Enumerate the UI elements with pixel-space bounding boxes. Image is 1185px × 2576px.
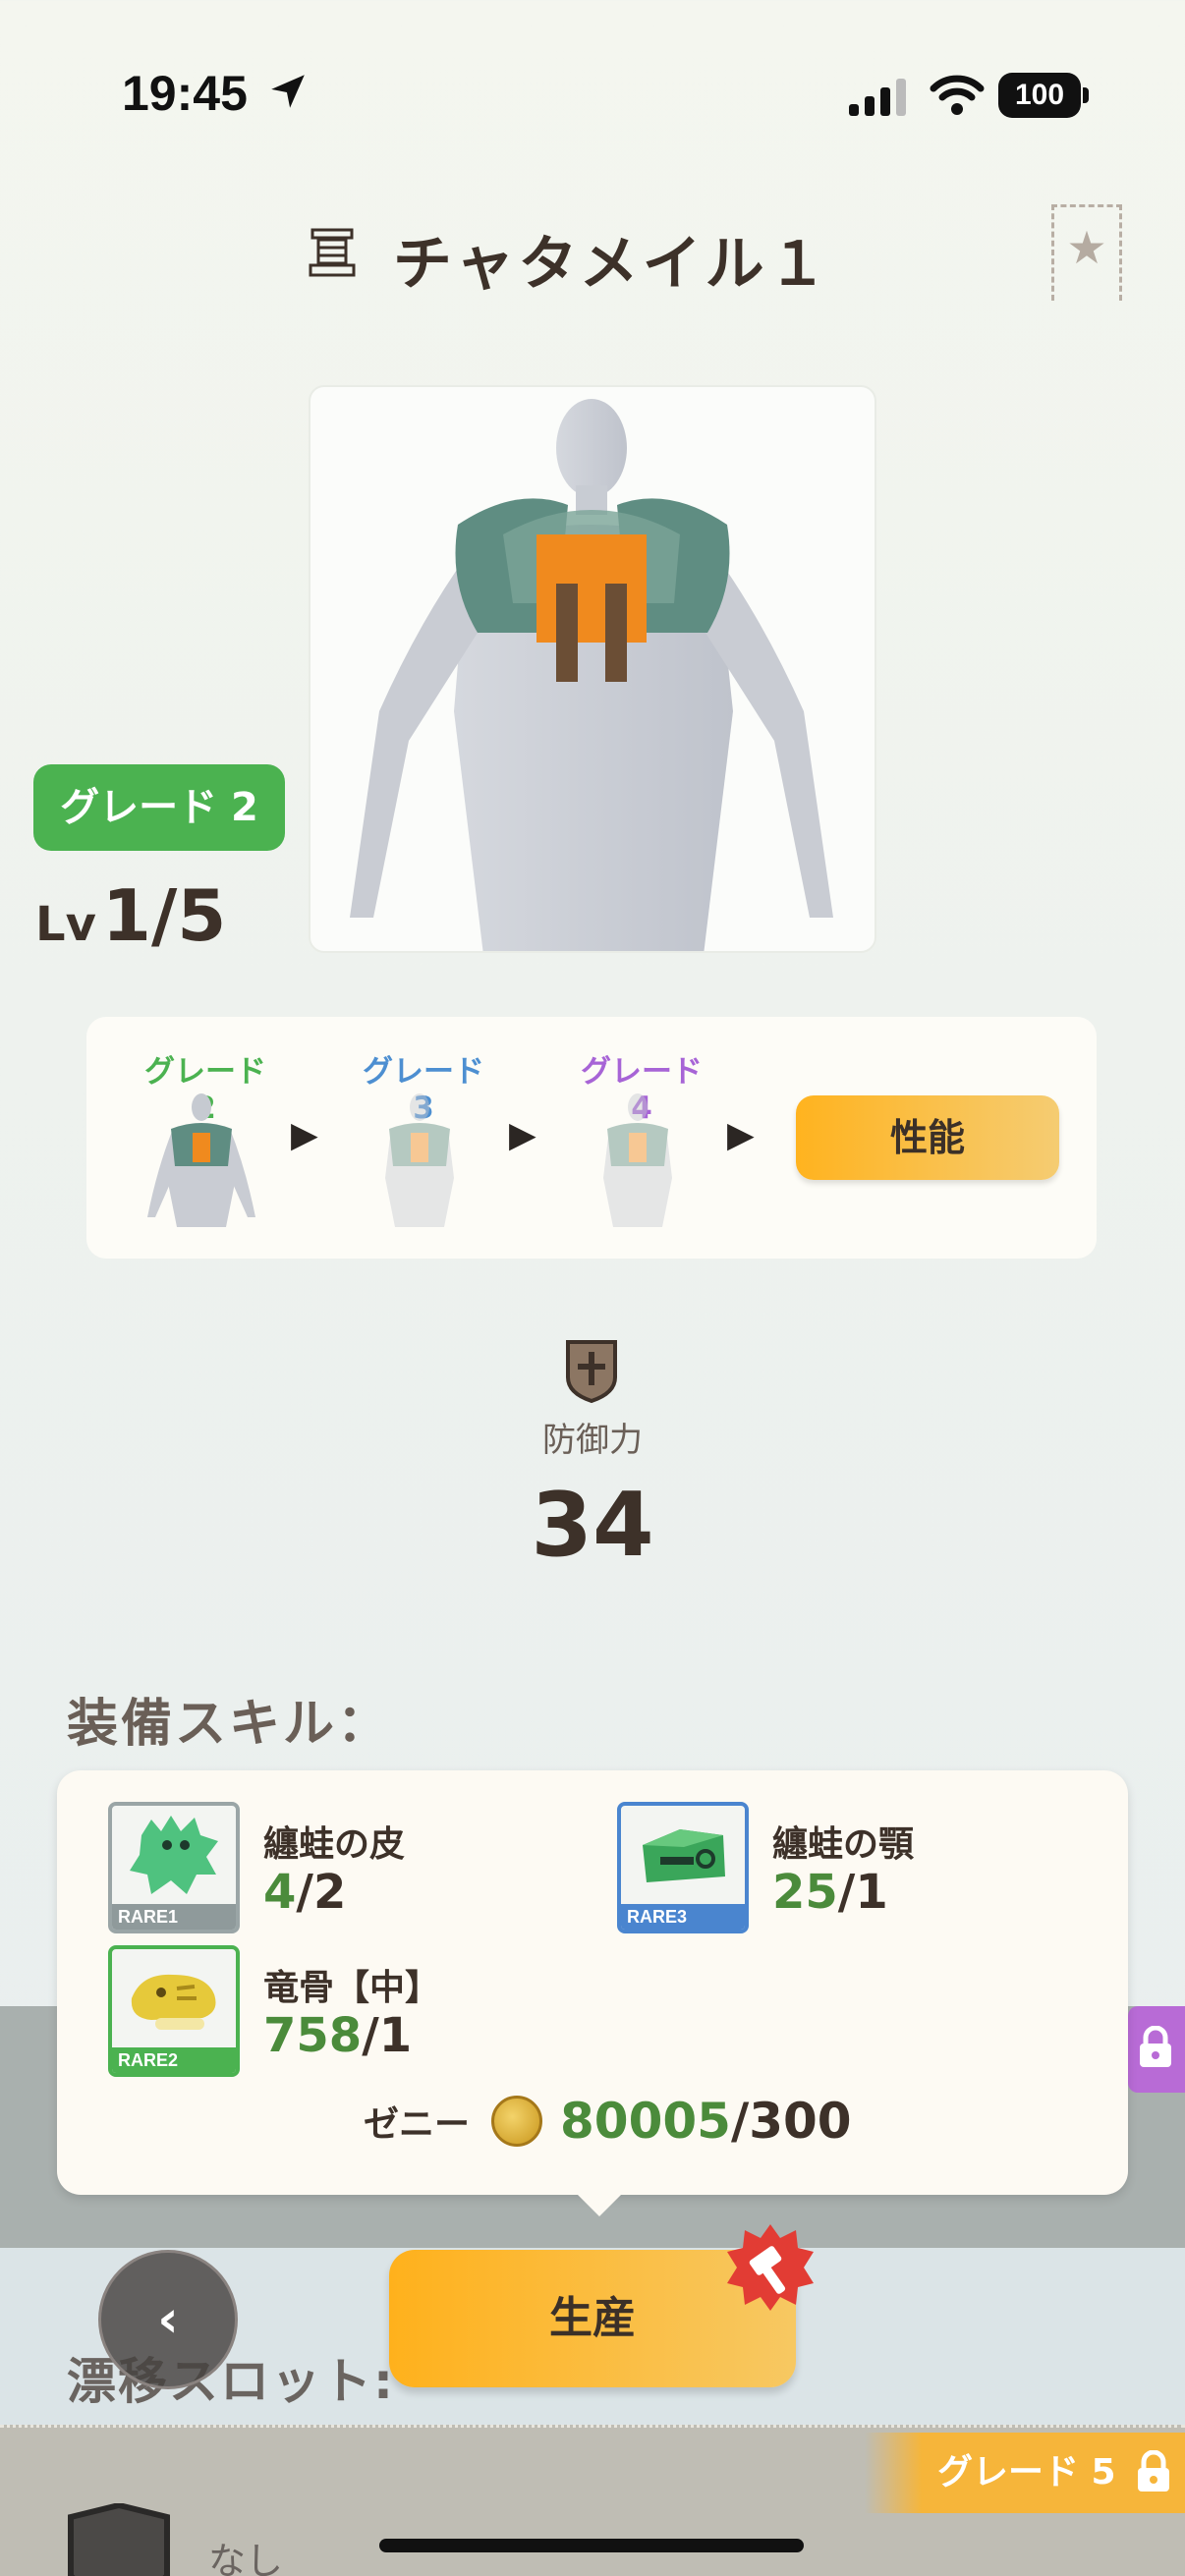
level-value: 1/5 — [101, 874, 227, 957]
defense-shield-icon — [566, 1340, 617, 1403]
slot-none-label: なし — [208, 2540, 284, 2576]
status-time: 19:45 — [122, 66, 248, 121]
back-button[interactable]: ‹ — [98, 2250, 238, 2389]
zeny-cost: ゼニー 80005/300 — [364, 2093, 852, 2150]
grade-thumbnail[interactable] — [356, 1090, 483, 1227]
grade5-locked-tag[interactable]: グレード 5 — [865, 2433, 1185, 2513]
material-name: 纏蛙の顎 — [772, 1824, 915, 1865]
chevron-left-icon: ‹ — [157, 2290, 179, 2349]
zeny-label: ゼニー — [364, 2104, 471, 2145]
level-prefix: Lv — [35, 897, 96, 952]
material-count: 4/2 — [263, 1865, 347, 1920]
material-count: 758/1 — [263, 2008, 413, 2063]
material-icon: RARE3 — [617, 1802, 749, 1933]
grade-thumbnail[interactable] — [574, 1090, 702, 1227]
locked-tab[interactable] — [1128, 2006, 1185, 2093]
material-icon: RARE2 — [108, 1945, 240, 2077]
zeny-coin-icon — [491, 2096, 543, 2147]
cellular-signal-icon — [849, 79, 906, 116]
grade-progression-card: グレード 2 グレード 3 グレード 4 ▶ ▶ ▶ 性能 — [86, 1017, 1097, 1259]
zeny-need: /300 — [730, 2093, 852, 2150]
rarity-label: RARE2 — [112, 2047, 236, 2073]
star-icon: ★ — [1066, 221, 1107, 274]
location-arrow-icon — [271, 75, 305, 108]
material-name: 竜骨【中】 — [263, 1968, 441, 2008]
wifi-icon — [930, 75, 985, 115]
grade-thumbnail[interactable] — [138, 1090, 265, 1227]
rarity-label: RARE3 — [621, 1904, 745, 1930]
mannequin-image — [350, 399, 833, 951]
armor-chest-icon — [309, 228, 356, 277]
material-icon: RARE1 — [108, 1802, 240, 1933]
armor-preview[interactable] — [309, 385, 876, 953]
arrow-right-icon: ▶ — [509, 1115, 536, 1155]
zeny-have: 80005 — [560, 2093, 731, 2150]
hammer-badge-icon — [727, 2224, 814, 2311]
defense-value: 34 — [531, 1474, 654, 1577]
grade-badge: グレード 2 — [33, 764, 285, 851]
dragon-bone-icon — [131, 1974, 216, 2030]
battery-indicator: 100 — [998, 73, 1089, 118]
materials-card: RARE1 纏蛙の皮 4/2 RARE3 纏蛙の顎 25/1 RARE2 竜骨【… — [57, 1770, 1128, 2216]
arrow-right-icon: ▶ — [727, 1115, 755, 1155]
lock-icon — [1140, 2026, 1171, 2067]
defense-label: 防御力 — [542, 1421, 643, 1460]
level-indicator: Lv1/5 — [35, 874, 226, 957]
material-count: 25/1 — [772, 1865, 888, 1920]
arrow-right-icon: ▶ — [291, 1115, 318, 1155]
grade5-label: グレード 5 — [937, 2452, 1116, 2492]
rarity-label: RARE1 — [112, 1904, 236, 1930]
frog-jaw-icon — [643, 1829, 725, 1882]
frog-hide-icon — [130, 1816, 218, 1894]
performance-button[interactable]: 性能 — [796, 1095, 1059, 1180]
material-name: 纏蛙の皮 — [263, 1824, 406, 1865]
slot-shield-icon — [68, 2503, 170, 2576]
page-title: チャタメイル１ — [393, 230, 831, 299]
lock-icon — [1138, 2450, 1169, 2492]
equipment-skills-title: 装備スキル： — [67, 1695, 392, 1754]
home-indicator[interactable] — [379, 2539, 804, 2552]
favorite-button[interactable]: ★ — [1051, 204, 1122, 301]
